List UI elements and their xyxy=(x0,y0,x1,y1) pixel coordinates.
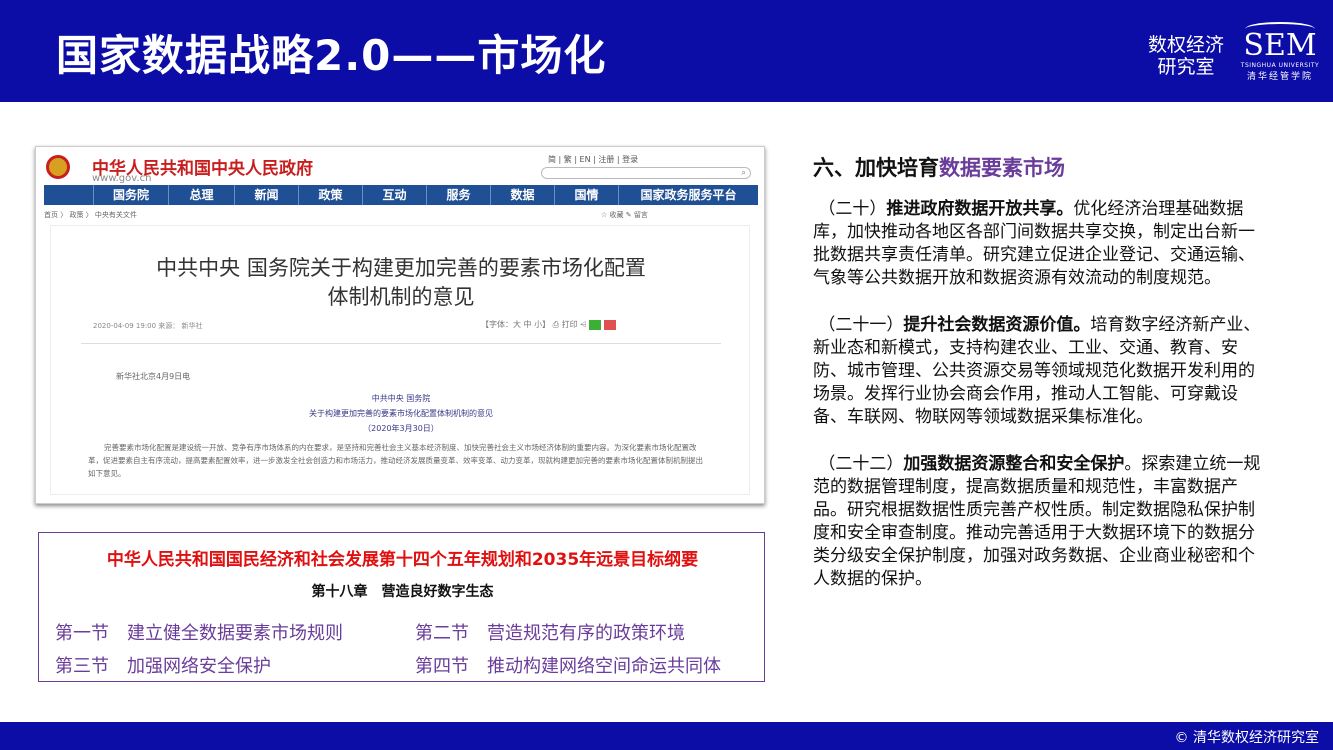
wechat-icon xyxy=(589,319,602,330)
nav-item: 国务院 xyxy=(94,185,169,205)
footer-bar: © 清华数权经济研究室 xyxy=(0,722,1333,750)
tiananmen-icon xyxy=(44,185,94,205)
favorite-links: ☆ 收藏 ✎ 留言 xyxy=(601,211,648,219)
search-icon: ⌕ xyxy=(741,168,746,177)
article-title: 中共中央 国务院关于构建更加完善的要素市场化配置 体制机制的意见 xyxy=(156,256,646,309)
site-url: www.gov.cn xyxy=(92,173,152,184)
national-emblem-icon xyxy=(46,155,70,179)
policy-text: 六、加快培育数据要素市场 （二十）推进政府数据开放共享。优化经济治理基础数据库，… xyxy=(813,152,1268,615)
article-tools: 【字体：大 中 小】 ⎙ 打印 ⩤ xyxy=(481,319,616,330)
section-heading: 六、加快培育数据要素市场 xyxy=(813,156,1065,180)
copyright: © 清华数权经济研究室 xyxy=(1174,730,1319,746)
article-meta: 2020-04-09 19:00 来源： 新华社 xyxy=(93,322,203,330)
divider xyxy=(81,343,721,344)
nav-item: 政策 xyxy=(299,185,363,205)
policy-paragraph: （二十）推进政府数据开放共享。优化经济治理基础数据库，加快推动各地区各部门间数据… xyxy=(813,199,1255,288)
article-body: 完善要素市场化配置是建设统一开放、竞争有序市场体系的内在要求，是坚持和完善社会主… xyxy=(88,443,703,478)
gov-website-screenshot: 中华人民共和国中央人民政府 www.gov.cn 简 | 繁 | EN | 注册… xyxy=(35,146,765,504)
plan-section: 第三节 加强网络安全保护 xyxy=(55,656,271,677)
plan-section: 第二节 营造规范有序的政策环境 xyxy=(415,623,685,644)
nav-item: 国家政务服务平台 xyxy=(640,188,737,202)
issuer: 中共中央 国务院 xyxy=(371,394,431,403)
sem-logo: SEM TSINGHUA UNIVERSITY 清华经管学院 xyxy=(1240,22,1320,82)
page-title: 国家数据战略2.0——市场化 xyxy=(56,31,607,80)
dateline: 新华社北京4月9日电 xyxy=(116,372,191,381)
plan-chapter: 第十八章 营造良好数字生态 xyxy=(311,584,494,600)
breadcrumb: 首页 〉 政策 〉 中央有关文件 xyxy=(44,211,137,219)
doc-title: 关于构建更加完善的要素市场化配置体制机制的意见 xyxy=(309,409,493,418)
nav-item: 互动 xyxy=(363,185,427,205)
policy-paragraph: （二十一）提升社会数据资源价值。培育数字经济新产业、新业态和新模式，支持构建农业… xyxy=(813,315,1261,427)
nav-item: 新闻 xyxy=(235,185,299,205)
top-links: 简 | 繁 | EN | 注册 | 登录 xyxy=(548,155,639,164)
plan-section: 第一节 建立健全数据要素市场规则 xyxy=(55,623,343,644)
site-nav: 国务院 总理 新闻 政策 互动 服务 数据 国情 国家政务服务平台 xyxy=(44,185,758,205)
nav-item: 国情 xyxy=(555,185,619,205)
lab-name: 数权经济研究室 xyxy=(1147,34,1224,78)
five-year-plan-box: 中华人民共和国国民经济和社会发展第十四个五年规划和2035年远景目标纲要 第十八… xyxy=(38,532,765,682)
weibo-icon xyxy=(603,319,616,330)
nav-item: 服务 xyxy=(427,185,491,205)
doc-date: （2020年3月30日） xyxy=(363,424,439,433)
plan-title: 中华人民共和国国民经济和社会发展第十四个五年规划和2035年远景目标纲要 xyxy=(106,550,699,570)
policy-paragraph: （二十二）加强数据资源整合和安全保护。探索建立统一规范的数据管理制度，提高数据质… xyxy=(813,454,1261,589)
header-bar: 国家数据战略2.0——市场化 数权经济研究室 SEM TSINGHUA UNIV… xyxy=(0,0,1333,102)
search-input: ⌕ xyxy=(541,167,751,179)
nav-item: 总理 xyxy=(169,185,235,205)
nav-item: 数据 xyxy=(491,185,555,205)
plan-section: 第四节 推动构建网络空间命运共同体 xyxy=(415,656,721,677)
